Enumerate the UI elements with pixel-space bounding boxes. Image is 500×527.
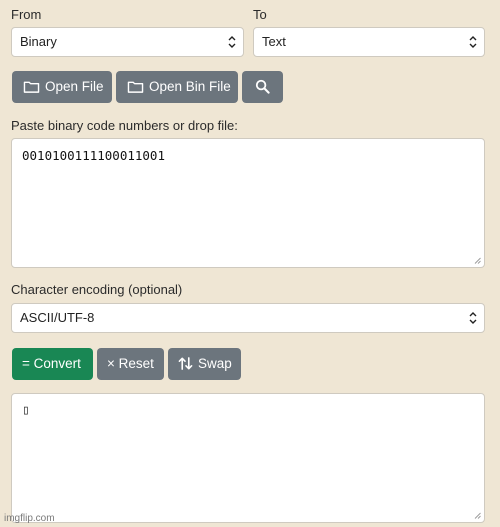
reset-button[interactable]: × Reset xyxy=(97,348,164,380)
folder-icon xyxy=(23,81,40,93)
to-label: To xyxy=(253,7,267,22)
output-value: ▯ xyxy=(22,403,30,418)
chevron-updown-icon xyxy=(228,36,236,48)
open-file-button[interactable]: Open File xyxy=(12,71,112,103)
watermark: imgflip.com xyxy=(4,513,55,524)
folder-icon xyxy=(127,81,144,93)
from-label: From xyxy=(11,7,42,22)
search-icon xyxy=(255,79,270,94)
encoding-select[interactable]: ASCII/UTF-8 xyxy=(11,303,485,333)
to-select-value: Text xyxy=(262,34,286,49)
input-label: Paste binary code numbers or drop file: xyxy=(11,118,238,133)
binary-input[interactable]: 0010100111100011001 xyxy=(11,138,485,268)
output-textarea[interactable]: ▯ xyxy=(11,393,485,523)
encoding-select-value: ASCII/UTF-8 xyxy=(20,310,95,325)
open-bin-file-button[interactable]: Open Bin File xyxy=(116,71,238,103)
search-button[interactable] xyxy=(242,71,283,103)
resize-handle-icon[interactable] xyxy=(474,257,481,264)
convert-label: = Convert xyxy=(22,356,81,371)
open-bin-file-label: Open Bin File xyxy=(149,79,231,94)
to-select[interactable]: Text xyxy=(253,27,485,57)
open-file-label: Open File xyxy=(45,79,104,94)
from-select-value: Binary xyxy=(20,34,57,49)
reset-label: × Reset xyxy=(107,356,154,371)
swap-label: Swap xyxy=(198,356,232,371)
chevron-updown-icon xyxy=(469,36,477,48)
swap-arrows-icon xyxy=(178,357,193,370)
binary-input-value: 0010100111100011001 xyxy=(22,148,165,163)
convert-button[interactable]: = Convert xyxy=(12,348,93,380)
resize-handle-icon[interactable] xyxy=(474,512,481,519)
encoding-label: Character encoding (optional) xyxy=(11,282,183,297)
swap-button[interactable]: Swap xyxy=(168,348,241,380)
from-select[interactable]: Binary xyxy=(11,27,244,57)
chevron-updown-icon xyxy=(469,312,477,324)
